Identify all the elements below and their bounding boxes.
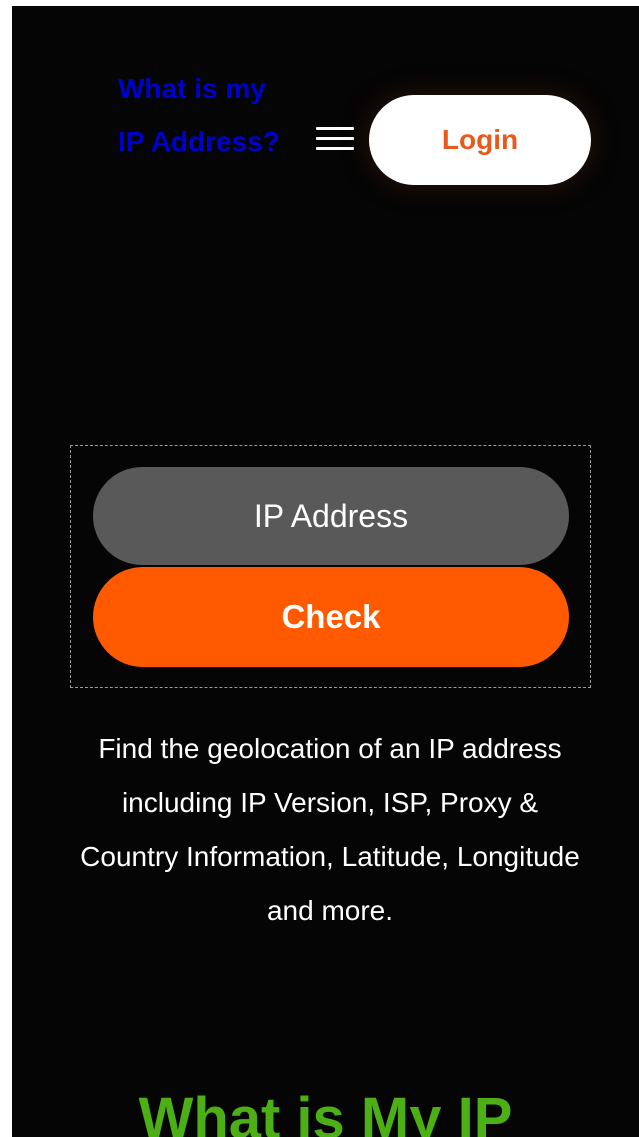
site-title-link[interactable]: What is my IP Address? [118,62,288,168]
login-button[interactable]: Login [369,95,591,185]
menu-icon-bar [316,137,354,140]
hamburger-menu-icon[interactable] [314,122,356,156]
page: What is my IP Address? Login Check Find … [0,0,639,1137]
ip-lookup-form: Check [70,445,591,688]
site-header: What is my IP Address? Login [12,6,639,236]
intro-description: Find the geolocation of an IP address in… [80,733,580,926]
check-button[interactable]: Check [93,567,569,667]
menu-icon-bar [316,147,354,150]
ip-address-input[interactable] [93,467,569,565]
app-screen: What is my IP Address? Login Check Find … [12,6,639,1137]
menu-icon-bar [316,127,354,130]
section-heading: What is My IP [138,1086,513,1137]
